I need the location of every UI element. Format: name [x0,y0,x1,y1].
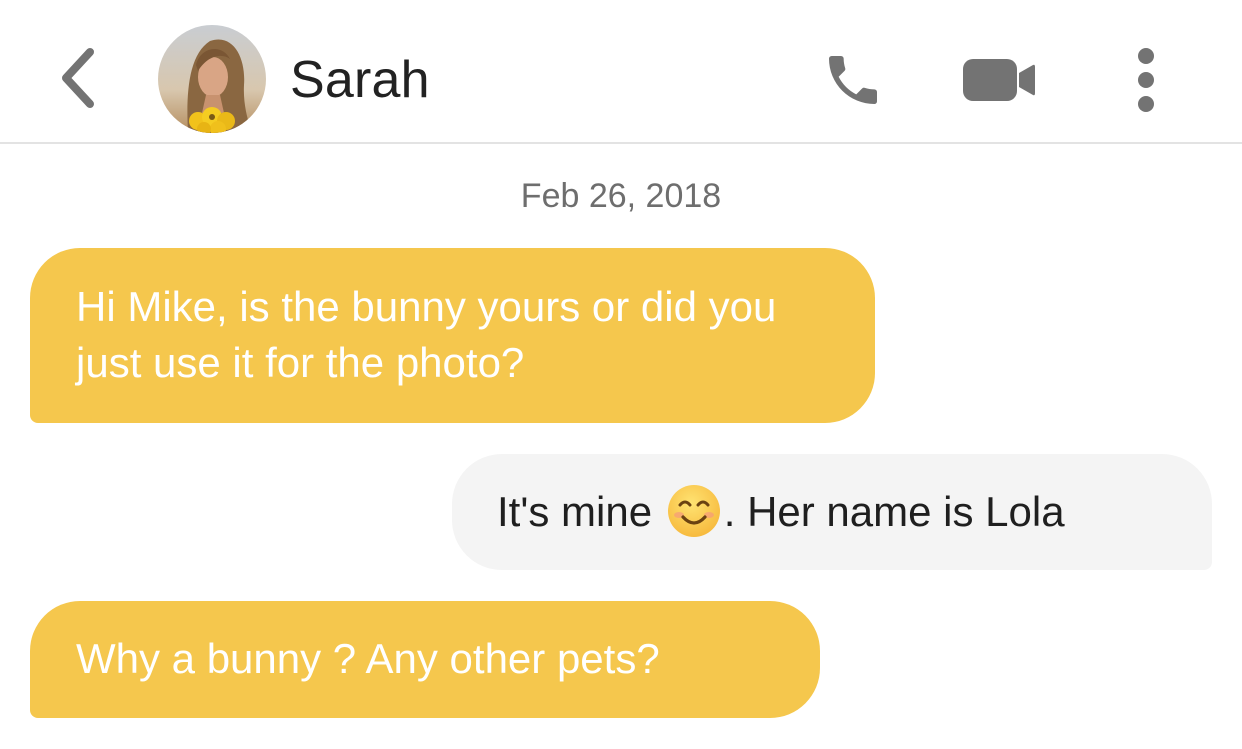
message-bubble-incoming[interactable]: Why a bunny ? Any other pets? [30,601,820,718]
message-bubble-outgoing[interactable]: It's mine . Her name is Lola [452,454,1212,570]
message-text-part: It's mine [497,488,664,535]
avatar[interactable] [158,25,266,133]
chat-screen: Sarah Feb 26, 2018 Hi Mike, is the bunny… [0,0,1242,749]
date-separator: Feb 26, 2018 [520,177,722,215]
video-camera-icon [963,59,1035,101]
message-bubble-incoming[interactable]: Hi Mike, is the bunny yours or did you j… [30,248,875,423]
video-call-button[interactable] [955,44,1043,116]
message-text-part: . Her name is Lola [723,488,1065,535]
more-vertical-icon [1138,48,1154,112]
more-options-button[interactable] [1118,40,1174,120]
smiling-face-icon [667,484,720,537]
phone-icon [829,56,877,104]
call-button[interactable] [815,42,891,118]
back-button[interactable] [48,40,108,116]
message-text: Hi Mike, is the bunny yours or did you j… [76,283,777,386]
contact-name[interactable]: Sarah [290,48,430,112]
chevron-left-icon [62,48,94,108]
message-text: Why a bunny ? Any other pets? [76,635,660,682]
chat-header: Sarah [0,0,1242,144]
